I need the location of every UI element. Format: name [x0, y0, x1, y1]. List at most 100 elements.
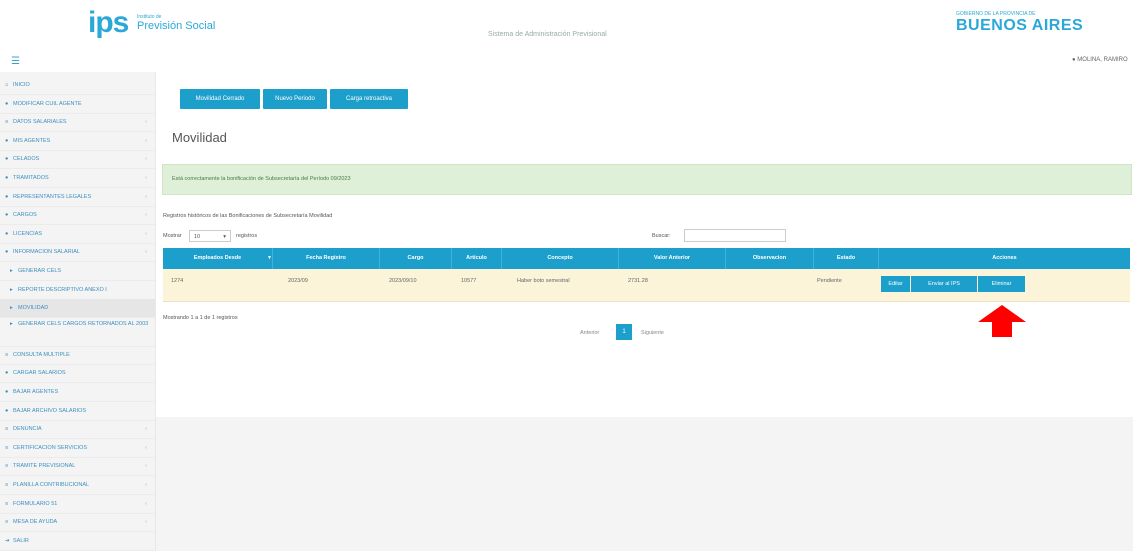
sidebar-item[interactable]: ≡ MESA DE AYUDA ‹	[0, 513, 155, 533]
column-header[interactable]: Concepto	[502, 248, 619, 269]
list-icon: ≡	[5, 444, 9, 451]
sidebar-item[interactable]: ➔ SALIR	[0, 532, 155, 551]
buenos-aires-logo: BUENOS AIRES	[956, 17, 1084, 34]
chevron-icon: ‹	[145, 444, 147, 451]
column-header[interactable]: Empleados Desde	[163, 248, 273, 269]
chevron-down-icon: ▾	[223, 234, 226, 240]
user-icon: ●	[5, 156, 9, 163]
search-input[interactable]	[684, 229, 786, 242]
sidebar-item[interactable]: ≡ CONSULTA MULTIPLE	[0, 346, 155, 365]
user-icon: ●	[5, 407, 9, 414]
sidebar-item[interactable]: ● REPRESENTANTES LEGALES ‹	[0, 188, 155, 207]
list-icon: ≡	[5, 463, 9, 470]
chevron-icon: ‹	[145, 249, 147, 256]
sidebar: ⌂ INICIO ● MODIFICAR CUIL AGENTE ≡ DATOS SALA…	[0, 72, 156, 551]
sidebar-item[interactable]: ▸ MOVILIDAD	[0, 299, 155, 319]
sidebar-item[interactable]: ≡ PLANILLA CONTRIBUCIONAL ‹	[0, 476, 155, 495]
sidebar-item-label: TRAMITADOS	[13, 175, 49, 181]
chevron-icon: ‹	[145, 156, 147, 163]
arrow-icon: ▸	[10, 286, 13, 293]
sidebar-item-label: BAJAR ARCHIVO SALARIOS	[13, 407, 87, 414]
sidebar-item[interactable]: ▸ GENERAR CELS CARGOS RETORNADOS AL 2003	[0, 318, 155, 347]
sidebar-item[interactable]: ● LICENCIAS ‹	[0, 225, 155, 244]
arrow-icon: ▸	[10, 320, 13, 327]
sidebar-item-label: MESA DE AYUDA	[13, 519, 58, 526]
chevron-icon: ‹	[145, 426, 147, 433]
pagination-page-1[interactable]: 1	[616, 324, 632, 340]
chevron-icon: ‹	[145, 482, 147, 488]
user-icon: ●	[5, 389, 9, 395]
sort-icon: ▼	[267, 255, 272, 261]
movilidad-cerrado-button[interactable]: Movilidad Cerrado	[180, 89, 260, 109]
sidebar-item-label: DENUNCIA	[13, 426, 42, 433]
sidebar-item[interactable]: ▸ GENERAR CELS	[0, 262, 155, 281]
list-icon: ≡	[5, 482, 9, 488]
sidebar-item[interactable]: ● CARGAR SALARIOS	[0, 364, 155, 384]
system-title: Sistema de Administración Previsional	[488, 31, 607, 38]
chevron-icon: ‹	[145, 519, 147, 526]
column-header[interactable]: Estado	[814, 248, 879, 269]
arrow-icon: ▸	[10, 268, 13, 274]
sidebar-item[interactable]: ● MIS AGENTES ‹	[0, 132, 155, 151]
alert-text: Está correctamente la bonificación de Su…	[172, 176, 351, 182]
sidebar-item[interactable]: ≡ TRAMITE PREVISIONAL ‹	[0, 457, 155, 477]
sidebar-item-label: FORMULARIO 51	[13, 500, 58, 507]
table-subtitle: Registros históricos de las Bonificacion…	[163, 213, 333, 219]
cell-valor: 2731.28	[628, 278, 648, 284]
cell-cargo: 2023/09/10	[389, 278, 417, 284]
sidebar-item[interactable]: ● CELADOS ‹	[0, 150, 155, 170]
sidebar-item-label: CARGAR SALARIOS	[13, 370, 66, 377]
sidebar-item[interactable]: ● BAJAR ARCHIVO SALARIOS	[0, 402, 155, 421]
sidebar-item-label: BAJAR AGENTES	[13, 389, 59, 395]
sidebar-item[interactable]: ● INFORMACION SALARIAL ‹	[0, 243, 155, 263]
pagination-next[interactable]: Siguiente	[641, 330, 664, 336]
column-header[interactable]: Valor Anterior	[619, 248, 726, 269]
chevron-icon: ‹	[145, 212, 147, 219]
column-header[interactable]: Fecha Registro	[273, 248, 380, 269]
sidebar-item-label: DATOS SALARIALES	[13, 119, 67, 126]
page-length-select[interactable]: 10 ▾	[189, 230, 231, 242]
column-header: Acciones	[992, 255, 1017, 261]
user-icon: ●	[1072, 57, 1076, 63]
list-icon: ≡	[5, 500, 9, 507]
sidebar-item-label: TRAMITE PREVISIONAL	[13, 463, 76, 470]
sidebar-item[interactable]: ● BAJAR AGENTES	[0, 383, 155, 402]
sidebar-item[interactable]: ⌂ INICIO	[0, 76, 155, 95]
table-header: Empleados Desde Fecha Registro Cargo Art…	[163, 248, 1130, 269]
page-length-value: 10	[194, 234, 201, 240]
sidebar-item[interactable]: ≡ DATOS SALARIALES ‹	[0, 113, 155, 133]
cell-observacion	[727, 269, 735, 301]
pagination-previous[interactable]: Anterior	[580, 330, 599, 336]
sidebar-item[interactable]: ▸ REPORTE DESCRIPTIVO ANEXO I	[0, 281, 155, 300]
menu-toggle-icon[interactable]: ☰	[11, 56, 20, 67]
editar-button[interactable]: Editar	[881, 276, 910, 292]
exit-icon: ➔	[5, 537, 10, 544]
main-content	[156, 72, 1133, 417]
nuevo-periodo-button[interactable]: Nuevo Periodo	[263, 89, 327, 109]
column-header[interactable]: Cargo	[380, 248, 452, 269]
sidebar-item[interactable]: ● MODIFICAR CUIL AGENTE	[0, 95, 155, 114]
chevron-icon: ‹	[145, 500, 147, 507]
enviar-ips-button[interactable]: Enviar al IPS	[911, 276, 977, 292]
sidebar-item[interactable]: ≡ DENUNCIA ‹	[0, 420, 155, 440]
cell-empleados: 1274	[171, 278, 184, 284]
sidebar-item[interactable]: ● TRAMITADOS ‹	[0, 169, 155, 188]
user-menu[interactable]: ● MOLINA, RAMIRO	[1072, 57, 1128, 63]
records-label: registros	[236, 233, 258, 239]
chevron-icon: ‹	[145, 175, 147, 181]
ips-logo[interactable]: ips	[88, 8, 129, 38]
column-header[interactable]: Artículo	[452, 248, 502, 269]
sidebar-item[interactable]: ≡ FORMULARIO 51 ‹	[0, 495, 155, 514]
carga-retroactiva-button[interactable]: Carga retroactiva	[330, 89, 408, 109]
page-title: Movilidad	[172, 130, 227, 145]
sidebar-item-label: PLANILLA CONTRIBUCIONAL	[13, 482, 90, 488]
sidebar-item-label: SALIR	[13, 537, 29, 544]
sidebar-item[interactable]: ≡ CERTIFICACION SERVICIOS ‹	[0, 439, 155, 458]
user-icon: ●	[5, 249, 9, 256]
red-arrow-annotation	[978, 305, 1026, 337]
sidebar-item-label: CERTIFICACION SERVICIOS	[13, 444, 88, 451]
column-header[interactable]: Observacion	[726, 248, 814, 269]
sidebar-item[interactable]: ● CARGOS ‹	[0, 206, 155, 226]
success-alert: Está correctamente la bonificación de Su…	[162, 164, 1132, 195]
eliminar-button[interactable]: Eliminar	[978, 276, 1025, 292]
